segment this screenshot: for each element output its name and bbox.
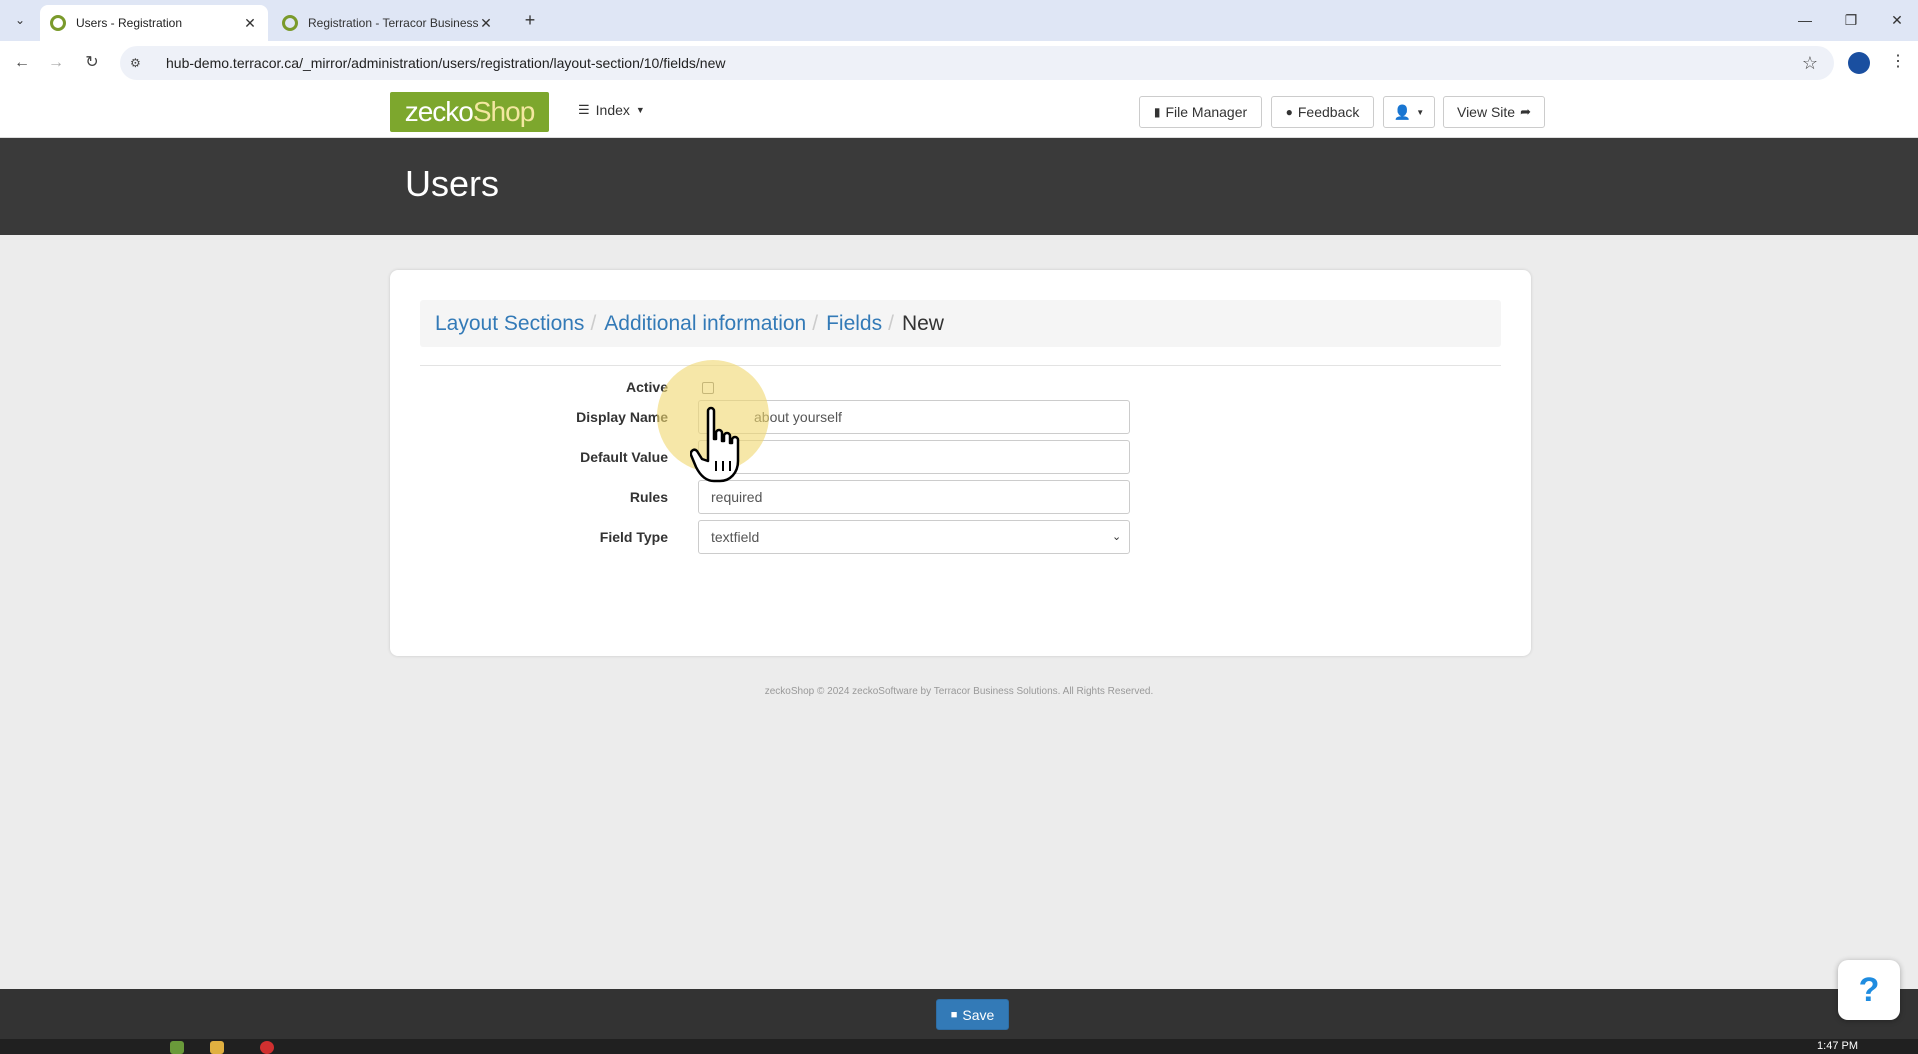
tab-title: Registration - Terracor Business [308,16,478,30]
address-bar[interactable]: ⚙ hub-demo.terracor.ca/_mirror/administr… [120,46,1834,80]
breadcrumb-separator: / [888,311,894,335]
breadcrumb-separator: / [812,311,819,335]
view-site-button[interactable]: View Site ➦ [1443,96,1545,128]
file-manager-label: File Manager [1165,104,1248,120]
restore-icon[interactable]: ❐ [1836,8,1866,32]
breadcrumb: Layout Sections / Additional information… [420,300,1501,347]
file-icon: ▮ [1153,105,1161,119]
page-header-band: Users [0,138,1918,235]
default-value-row: Default Value [390,440,1531,474]
caret-down-icon: ▼ [635,105,645,115]
profile-avatar-icon[interactable] [1848,52,1870,74]
chrome-icon[interactable] [260,1041,274,1054]
default-value-label: Default Value [580,449,668,465]
field-type-label: Field Type [599,529,668,545]
new-tab-plus-icon[interactable]: + [518,8,542,32]
app-top-nav: zecko Shop ☰ Index ▼ ▮ File Manager ● Fee… [0,86,1918,138]
bookmark-star-icon[interactable]: ☆ [1802,53,1818,74]
breadcrumb-fields[interactable]: Fields [826,312,882,336]
help-button[interactable]: ? [1838,960,1900,1020]
share-arrow-icon: ➦ [1520,104,1531,119]
tab-title: Users - Registration [76,16,183,30]
logo-text-main: zecko [404,96,474,127]
chevron-down-icon: ⌄ [1112,531,1122,543]
rules-row: Rules required [390,480,1531,514]
display-name-label: Display Name [576,409,668,425]
taskbar-clock: 1:47 PM [1817,1040,1858,1052]
tab-list-chevron-icon[interactable]: ⌄ [8,8,32,32]
view-site-label: View Site [1456,104,1516,120]
index-dropdown[interactable]: ☰ Index ▼ [578,102,645,118]
window-close-icon[interactable]: ✕ [1882,8,1912,32]
floppy-disk-icon: ■ [950,1008,958,1021]
field-type-select[interactable]: textfield [698,520,1130,554]
save-label: Save [962,1006,995,1023]
browser-tab-bar: ⌄ Users - Registration ✕ Registration - … [0,0,1918,41]
browser-tab-inactive[interactable]: Registration - Terracor Business ✕ [272,5,504,41]
feedback-label: Feedback [1297,104,1360,120]
lightbulb-icon: ● [1285,105,1293,119]
rules-label: Rules [629,489,668,505]
display-name-row: Display Name about yourself [390,400,1531,434]
breadcrumb-separator: / [590,311,597,335]
hand-pointer-cursor-icon [690,406,740,483]
close-tab-icon[interactable]: ✕ [242,15,258,32]
user-icon: 👤 [1393,103,1412,120]
user-menu-button[interactable]: 👤 ▼ [1383,96,1435,128]
logo-text-accent: Shop [472,96,535,127]
zeckoshop-logo[interactable]: zecko Shop [390,92,549,132]
active-row: Active [390,370,1531,404]
site-favicon-icon [282,15,298,31]
breadcrumb-layout-sections[interactable]: Layout Sections [435,312,584,336]
browser-navbar: ← → ↻ ⚙ hub-demo.terracor.ca/_mirror/adm… [0,41,1918,86]
os-taskbar: 1:47 PM [0,1039,1918,1054]
breadcrumb-additional-information[interactable]: Additional information [604,312,806,336]
file-manager-button[interactable]: ▮ File Manager [1139,96,1262,128]
field-type-row: Field Type textfield ⌄ [390,520,1531,554]
main-content: Layout Sections / Additional information… [0,235,1918,989]
save-button[interactable]: ■ Save [936,999,1009,1030]
url-text: hub-demo.terracor.ca/_mirror/administrat… [166,55,726,71]
rules-input[interactable]: required [698,480,1130,514]
browser-menu-icon[interactable]: ⋮ [1890,51,1906,71]
breadcrumb-current: New [901,311,944,335]
default-value-input[interactable] [698,440,1130,474]
reload-icon[interactable]: ↻ [80,51,104,75]
back-arrow-icon[interactable]: ← [10,51,34,75]
divider [420,365,1501,366]
close-tab-icon[interactable]: ✕ [478,15,494,32]
page-title: Users [405,163,500,204]
taskbar-app-icon[interactable] [170,1041,184,1054]
folder-icon[interactable] [210,1041,224,1054]
index-label: Index [595,102,630,118]
minimize-icon[interactable]: — [1790,8,1820,32]
bottom-action-bar: ■ Save [0,989,1918,1039]
feedback-button[interactable]: ● Feedback [1271,96,1374,128]
caret-down-icon: ▼ [1416,107,1425,117]
browser-tab-active[interactable]: Users - Registration ✕ [40,5,268,41]
list-icon: ☰ [578,102,590,117]
site-info-icon[interactable]: ⚙ [130,56,150,70]
copyright-footer: zeckoShop © 2024 zeckoSoftware by Terrac… [764,686,1154,697]
form-panel: Layout Sections / Additional information… [390,270,1531,656]
site-favicon-icon [50,15,66,31]
forward-arrow-icon[interactable]: → [44,51,68,75]
